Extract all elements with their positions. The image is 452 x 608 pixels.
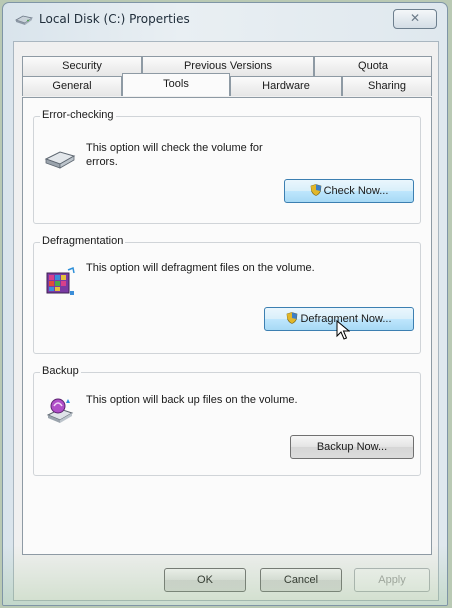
window-title: Local Disk (C:) Properties: [39, 12, 190, 26]
tab-label: Previous Versions: [183, 60, 273, 72]
error-checking-group: Error-checking This option will check th…: [33, 109, 421, 224]
backup-now-label: Backup Now...: [316, 441, 388, 453]
tab-general[interactable]: General: [22, 76, 122, 96]
cancel-label: Cancel: [283, 574, 319, 586]
defragmentation-description: This option will defragment files on the…: [86, 262, 315, 274]
defrag-icon: [46, 266, 75, 295]
check-now-label: Check Now...: [323, 185, 389, 197]
backup-description: This option will back up files on the vo…: [86, 394, 298, 406]
tools-tab-panel: Error-checking This option will check th…: [22, 97, 432, 555]
tab-quota[interactable]: Quota: [314, 56, 432, 76]
ok-label: OK: [197, 574, 213, 586]
mouse-cursor: [336, 320, 350, 340]
ok-button[interactable]: OK: [164, 568, 246, 592]
shield-icon: [310, 184, 321, 196]
close-button[interactable]: ✕: [393, 9, 437, 29]
defragmentation-group: Defragmentation This option will defragm…: [33, 235, 421, 354]
properties-window: Local Disk (C:) Properties ✕ Security Pr…: [2, 2, 448, 606]
backup-icon: [46, 398, 74, 423]
shield-icon: [287, 312, 298, 324]
backup-now-button[interactable]: Backup Now...: [290, 435, 414, 459]
tab-sharing[interactable]: Sharing: [342, 76, 432, 96]
drive-icon: [44, 151, 76, 169]
tab-label: Security: [62, 60, 102, 72]
tab-label: General: [52, 80, 92, 92]
error-checking-title: Error-checking: [40, 109, 116, 121]
tab-hardware[interactable]: Hardware: [230, 76, 342, 96]
title-bar[interactable]: Local Disk (C:) Properties ✕: [3, 3, 447, 39]
tab-label: Quota: [358, 60, 388, 72]
dialog-client-area: Security Previous Versions Quota General…: [13, 41, 439, 601]
tab-label: Tools: [163, 78, 189, 90]
tab-tools[interactable]: Tools: [122, 73, 230, 96]
tab-label: Hardware: [262, 80, 310, 92]
backup-title: Backup: [40, 365, 81, 377]
backup-group: Backup This option will back up files on…: [33, 365, 421, 476]
tab-row-front: General Tools Hardware Sharing: [22, 73, 432, 96]
cancel-button[interactable]: Cancel: [260, 568, 342, 592]
defragmentation-title: Defragmentation: [40, 235, 126, 247]
close-icon: ✕: [409, 11, 421, 25]
error-checking-description: This option will check the volume for er…: [86, 142, 263, 168]
apply-button[interactable]: Apply: [354, 568, 430, 592]
check-now-button[interactable]: Check Now...: [284, 179, 414, 203]
drive-icon: [15, 15, 33, 25]
apply-label: Apply: [378, 574, 406, 586]
tab-label: Sharing: [368, 80, 406, 92]
